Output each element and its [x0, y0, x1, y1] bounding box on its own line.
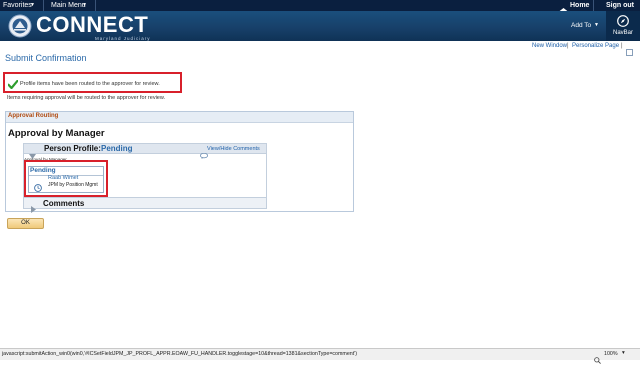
- approval-heading: Approval by Manager: [8, 128, 105, 139]
- comments-bar: Comments: [23, 197, 267, 213]
- person-profile-status: Pending: [101, 144, 133, 153]
- navbar-label: NavBar: [613, 30, 634, 36]
- top-menu-bar: Favorites ▼ Main Menu ▼ Home Sign out: [0, 0, 640, 15]
- menu-separator: [95, 0, 96, 11]
- pending-title: Pending: [30, 167, 56, 174]
- pending-approver-card: Pending Raab Wimet JPM by Position Mgmt: [28, 166, 104, 193]
- page-title: Submit Confirmation: [5, 53, 87, 63]
- menu-separator: [43, 0, 44, 11]
- person-profile-bar: Person Profile: Pending View/Hide Commen…: [23, 143, 267, 159]
- sign-out-link[interactable]: Sign out: [606, 0, 634, 11]
- expand-triangle-icon[interactable]: [31, 200, 36, 218]
- approver-role: JPM by Position Mgmt: [48, 182, 98, 188]
- confirmation-message: Profile items have been routed to the ap…: [20, 81, 160, 87]
- comments-label: Comments: [43, 199, 85, 208]
- approver-name-link[interactable]: Raab Wimet: [48, 175, 78, 181]
- judiciary-seal-icon: [6, 13, 34, 44]
- zoom-icon[interactable]: [594, 351, 601, 369]
- person-profile-label: Person Profile:: [44, 144, 101, 153]
- menu-separator: [593, 0, 594, 11]
- add-to-caret-icon[interactable]: ▼: [594, 22, 599, 28]
- favorites-menu[interactable]: Favorites: [3, 0, 32, 11]
- zoom-level[interactable]: 100%: [604, 351, 618, 357]
- personalize-page-link[interactable]: Personalize Page: [572, 43, 619, 49]
- home-link[interactable]: Home: [570, 0, 589, 11]
- approval-routing-title: Approval Routing: [8, 113, 59, 119]
- main-menu-caret-icon[interactable]: ▼: [82, 0, 87, 11]
- new-window-link[interactable]: New Window: [532, 43, 567, 49]
- ok-button[interactable]: OK: [7, 218, 44, 229]
- sub-message: Items requiring approval will be routed …: [7, 95, 166, 101]
- checkmark-icon: [7, 76, 19, 94]
- app-logo-text: CONNECT: [36, 12, 149, 37]
- link-separator: |: [567, 43, 569, 49]
- navbar-button[interactable]: NavBar: [606, 11, 640, 41]
- view-hide-comments-link[interactable]: View/Hide Comments: [207, 146, 260, 152]
- add-to-menu[interactable]: Add To: [571, 22, 591, 29]
- main-menu[interactable]: Main Menu: [51, 0, 86, 11]
- approval-routing-header: Approval Routing: [6, 112, 353, 123]
- app-logo-subtitle: Maryland Judiciary: [95, 36, 151, 41]
- favorites-caret-icon[interactable]: ▼: [30, 0, 35, 11]
- zoom-caret-icon[interactable]: ▾: [622, 350, 625, 356]
- help-icon[interactable]: [626, 43, 633, 61]
- browser-status-bar: javascript:submitAction_win0(win0,'#ICSe…: [0, 348, 640, 364]
- link-separator: |: [621, 43, 623, 49]
- status-url: javascript:submitAction_win0(win0,'#ICSe…: [2, 351, 357, 357]
- clock-icon: [34, 179, 42, 197]
